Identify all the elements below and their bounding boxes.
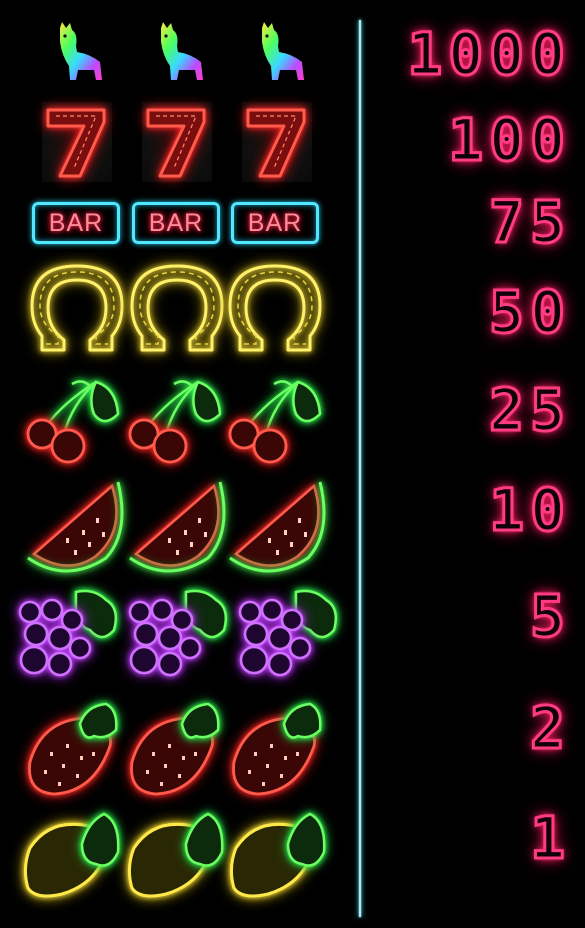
watermelon-icon — [128, 480, 226, 574]
cherry-icon — [126, 374, 224, 466]
payout-value: 5 — [529, 582, 571, 650]
horseshoe-icon — [30, 262, 124, 358]
lemon-icon — [126, 808, 226, 904]
payout-value: 2 — [529, 694, 571, 762]
lemon-icon — [228, 808, 328, 904]
paytable-row-strawberry: 2 — [0, 694, 585, 800]
payout-value: 100 — [447, 106, 571, 174]
horseshoe-icon — [130, 262, 224, 358]
cherry-icon — [226, 374, 324, 466]
seven-icon — [42, 102, 112, 182]
llama-icon — [151, 22, 209, 86]
strawberry-icon — [24, 700, 120, 798]
grapes-icon — [234, 586, 342, 686]
paytable-row-watermelon: 10 — [0, 476, 585, 576]
horseshoe-icon — [228, 262, 322, 358]
paytable-row-cherry: 25 — [0, 372, 585, 468]
strawberry-icon — [228, 700, 324, 798]
bar-icon: BAR — [132, 202, 220, 244]
cherry-icon — [24, 374, 122, 466]
payout-value: 10 — [488, 476, 571, 544]
bar-label: BAR — [148, 208, 204, 237]
paytable-row-llama: 1000 — [0, 18, 585, 88]
grapes-icon — [14, 586, 122, 686]
paytable-row-grapes: 5 — [0, 582, 585, 688]
grapes-icon — [124, 586, 232, 686]
paytable-row-horseshoe: 50 — [0, 260, 585, 360]
paytable-row-seven: 100 — [0, 100, 585, 184]
payout-value: 1000 — [406, 20, 571, 88]
paytable-row-lemon: 1 — [0, 804, 585, 906]
watermelon-icon — [228, 480, 326, 574]
watermelon-icon — [26, 480, 124, 574]
paytable-row-bar: BAR BAR BAR 75 — [0, 189, 585, 256]
seven-icon — [242, 102, 312, 182]
strawberry-icon — [126, 700, 222, 798]
bar-label: BAR — [48, 208, 104, 237]
bar-icon: BAR — [32, 202, 120, 244]
llama-icon — [252, 22, 310, 86]
payout-value: 75 — [488, 188, 571, 256]
payout-value: 1 — [529, 804, 571, 872]
lemon-icon — [22, 808, 122, 904]
seven-icon — [142, 102, 212, 182]
bar-label: BAR — [247, 208, 303, 237]
bar-icon: BAR — [231, 202, 319, 244]
payout-value: 25 — [488, 376, 571, 444]
payout-value: 50 — [488, 278, 571, 346]
llama-icon — [50, 22, 108, 86]
